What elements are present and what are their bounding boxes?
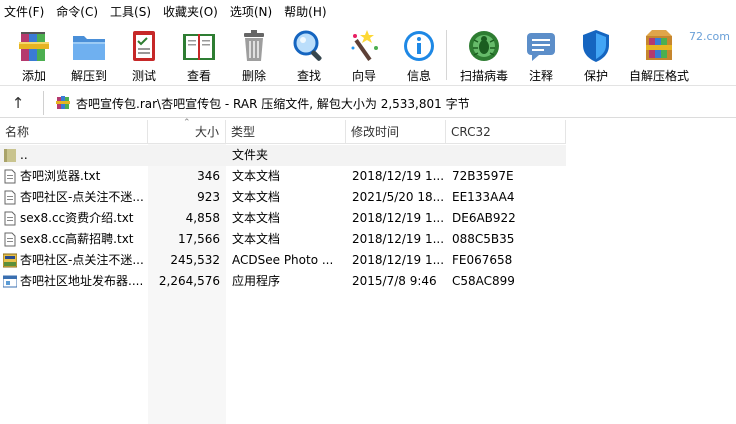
text-file-icon	[4, 232, 16, 247]
magnifier-icon	[293, 30, 322, 61]
table-row[interactable]: 杏吧社区地址发布器.... 2,264,576 应用程序 2015/7/8 9:…	[0, 271, 566, 292]
file-date	[352, 145, 444, 166]
rar-archive-icon	[56, 96, 70, 109]
file-type: 文本文档	[232, 169, 281, 183]
file-crc: 72B3597E	[452, 169, 514, 183]
table-row[interactable]: 杏吧社区-点关注不迷... 245,532 ACDSee Photo ... 2…	[0, 250, 566, 271]
column-header-name[interactable]: 名称	[0, 120, 148, 144]
table-row[interactable]: .. 文件夹	[0, 145, 566, 166]
file-crc	[452, 145, 552, 166]
address-path[interactable]: 杏吧宣传包.rar\杏吧宣传包 - RAR 压缩文件, 解包大小为 2,533,…	[76, 95, 470, 112]
file-name: 杏吧社区地址发布器....	[20, 274, 144, 288]
table-row[interactable]: 杏吧浏览器.txt 346 文本文档 2018/12/19 1... 72B35…	[0, 166, 566, 187]
menu-tools[interactable]: 工具(S)	[104, 0, 157, 24]
file-date: 2021/5/20 18...	[352, 190, 444, 204]
protect-button[interactable]: 保护	[567, 26, 625, 84]
table-row[interactable]: sex8.cc资费介绍.txt 4,858 文本文档 2018/12/19 1.…	[0, 208, 566, 229]
file-crc: C58AC899	[452, 274, 515, 288]
file-date: 2018/12/19 1...	[352, 232, 444, 246]
text-file-icon	[4, 190, 16, 205]
shield-icon	[583, 30, 609, 62]
text-file-icon	[4, 211, 16, 226]
folder-up-icon	[4, 149, 16, 162]
info-icon	[404, 31, 434, 61]
file-size: 17,566	[178, 232, 220, 246]
sfx-label: 自解压格式	[628, 69, 689, 83]
file-name: sex8.cc高薪招聘.txt	[20, 232, 134, 246]
virus-scan-icon	[469, 31, 499, 61]
column-header-size-label: 大小	[194, 125, 219, 139]
file-size: 245,532	[170, 253, 220, 267]
file-crc: DE6AB922	[452, 211, 516, 225]
file-size	[148, 145, 220, 166]
file-name: sex8.cc资费介绍.txt	[20, 211, 134, 225]
magic-wand-icon	[351, 30, 378, 61]
file-type: 文本文档	[232, 190, 281, 204]
file-crc: EE133AA4	[452, 190, 515, 204]
text-file-icon	[4, 169, 16, 184]
file-list: 名称 大小 类型 修改时间 CRC32 ⌃ .. 文件夹 杏吧浏览器.txt 3…	[0, 118, 736, 424]
sfx-box-icon	[646, 30, 672, 60]
toolbar: 72.com 添加 解压到 测试 查看 删除 查找 向导 信息 扫描病毒 注释 …	[0, 24, 736, 86]
exe-file-icon	[3, 275, 17, 288]
sort-up-icon: ⌃	[183, 118, 191, 128]
menu-favorites[interactable]: 收藏夹(O)	[157, 0, 224, 24]
file-name: 杏吧社区-点关注不迷...	[20, 190, 144, 204]
sfx-button[interactable]: 自解压格式	[629, 26, 689, 84]
address-bar: ↑ 杏吧宣传包.rar\杏吧宣传包 - RAR 压缩文件, 解包大小为 2,53…	[0, 87, 736, 118]
menu-command[interactable]: 命令(C)	[50, 0, 104, 24]
file-crc: FE067658	[452, 253, 513, 267]
file-date: 2015/7/8 9:46	[352, 274, 437, 288]
table-row[interactable]: 杏吧社区-点关注不迷... 923 文本文档 2021/5/20 18... E…	[0, 187, 566, 208]
file-type: ACDSee Photo ...	[232, 253, 334, 267]
trash-icon	[244, 30, 264, 61]
file-name: 杏吧社区-点关注不迷...	[20, 253, 144, 267]
column-header-crc[interactable]: CRC32	[446, 120, 566, 144]
file-size: 923	[197, 190, 220, 204]
file-name: ..	[20, 148, 28, 162]
folder-extract-icon	[73, 36, 105, 60]
column-header-type[interactable]: 类型	[226, 120, 346, 144]
file-type: 文本文档	[232, 232, 281, 246]
checklist-test-icon	[133, 31, 155, 61]
book-view-icon	[183, 34, 215, 60]
column-header-row: 名称 大小 类型 修改时间 CRC32 ⌃	[0, 118, 566, 144]
watermark-text: 72.com	[689, 30, 730, 43]
file-type: 文本文档	[232, 211, 281, 225]
menu-bar: 文件(F) 命令(C) 工具(S) 收藏夹(O) 选项(N) 帮助(H)	[0, 0, 736, 24]
file-size: 4,858	[185, 211, 220, 225]
menu-help[interactable]: 帮助(H)	[278, 0, 332, 24]
file-size: 346	[197, 169, 220, 183]
menu-options[interactable]: 选项(N)	[224, 0, 278, 24]
file-type: 文件夹	[232, 148, 269, 162]
up-arrow-icon[interactable]: ↑	[8, 93, 28, 113]
address-separator	[43, 91, 44, 115]
file-date: 2018/12/19 1...	[352, 169, 444, 183]
menu-file[interactable]: 文件(F)	[0, 0, 50, 24]
comment-icon	[527, 33, 555, 61]
file-size: 2,264,576	[158, 274, 220, 288]
jpeg-file-icon	[3, 253, 17, 268]
column-header-date[interactable]: 修改时间	[346, 120, 446, 144]
file-crc: 088C5B35	[452, 232, 515, 246]
file-name: 杏吧浏览器.txt	[20, 169, 101, 183]
file-type: 应用程序	[232, 274, 281, 288]
file-date: 2018/12/19 1...	[352, 211, 444, 225]
file-date: 2018/12/19 1...	[352, 253, 444, 267]
info-button[interactable]: 信息	[390, 26, 448, 84]
table-row[interactable]: sex8.cc高薪招聘.txt 17,566 文本文档 2018/12/19 1…	[0, 229, 566, 250]
books-add-icon	[19, 32, 49, 61]
